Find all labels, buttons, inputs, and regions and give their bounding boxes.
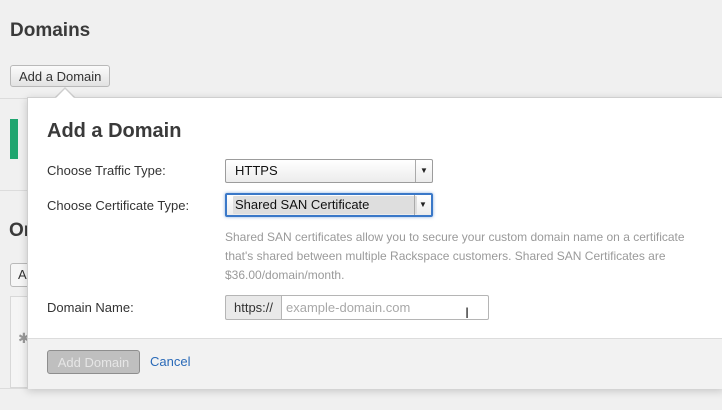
https-prefix: https:// — [225, 295, 281, 320]
dialog-title: Add a Domain — [47, 120, 182, 142]
status-bar — [10, 119, 18, 159]
cancel-link[interactable]: Cancel — [150, 354, 190, 369]
page-title: Domains — [10, 20, 91, 41]
text-cursor-icon: Ⅰ — [465, 306, 470, 322]
add-domain-dialog: Add a Domain Choose Traffic Type: HTTPS … — [27, 97, 722, 389]
traffic-type-select[interactable]: HTTPS ▼ — [225, 159, 433, 183]
domain-name-input[interactable] — [281, 295, 489, 320]
chevron-down-icon: ▼ — [415, 160, 432, 182]
certificate-help-text: Shared SAN certificates allow you to sec… — [225, 230, 685, 282]
add-domain-button[interactable]: Add a Domain — [10, 65, 111, 87]
submit-add-domain-button[interactable]: Add Domain — [47, 350, 140, 374]
dialog-footer: Add Domain Cancel — [28, 338, 722, 389]
divider — [0, 98, 27, 99]
chevron-down-icon: ▼ — [414, 195, 431, 215]
traffic-type-label: Choose Traffic Type: — [47, 163, 166, 178]
domain-name-label: Domain Name: — [47, 300, 134, 315]
popover-caret-fill — [56, 89, 74, 98]
certificate-type-label: Choose Certificate Type: — [47, 198, 190, 213]
divider — [0, 190, 27, 191]
certificate-type-select[interactable]: Shared SAN Certificate ▼ — [225, 193, 433, 217]
certificate-type-value: Shared SAN Certificate — [233, 196, 417, 214]
traffic-type-value: HTTPS — [235, 163, 278, 178]
